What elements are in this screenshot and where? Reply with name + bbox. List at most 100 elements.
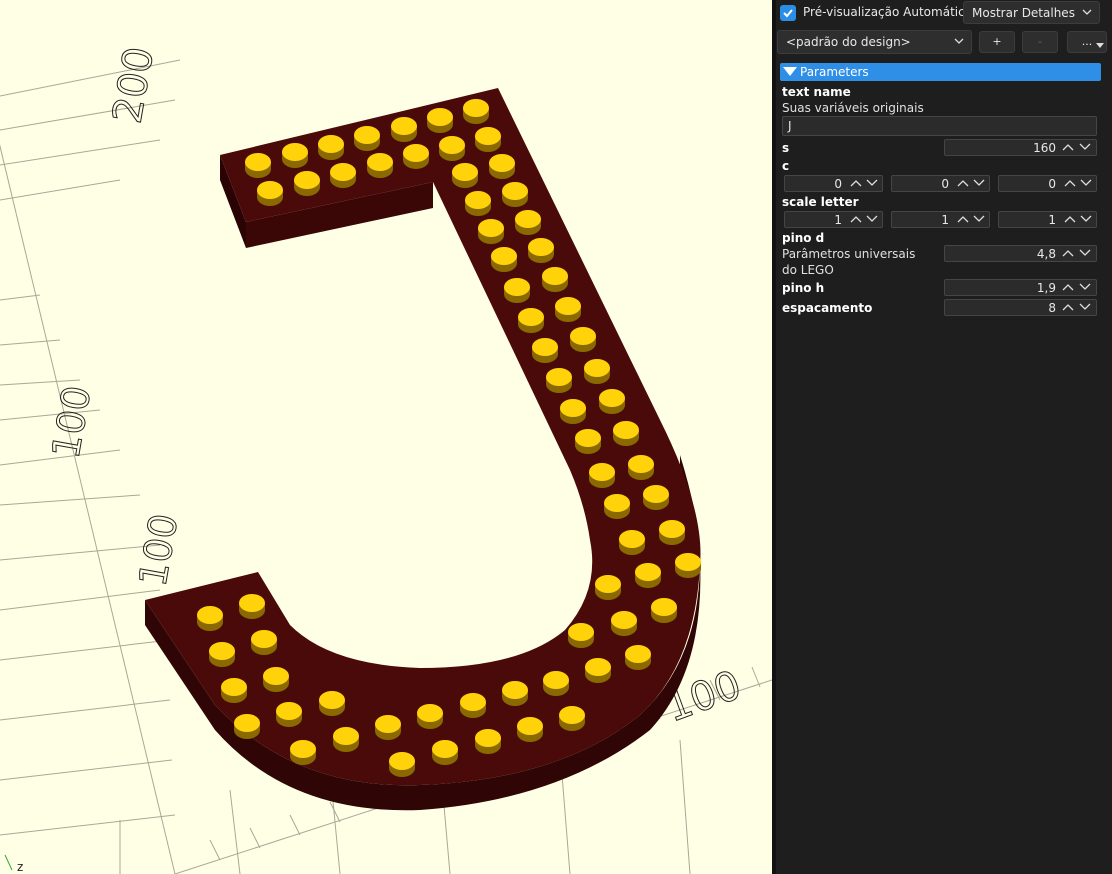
spin-down-icon[interactable] — [1079, 282, 1091, 292]
stud — [559, 706, 585, 731]
spin-down-icon[interactable] — [866, 214, 878, 224]
stud — [546, 368, 572, 393]
stud — [619, 530, 645, 555]
scale-z-spinbox[interactable]: 1 — [998, 211, 1097, 228]
stud — [197, 606, 223, 631]
spin-up-icon[interactable] — [957, 214, 969, 224]
dropdown-arrow-icon — [1096, 43, 1104, 48]
param-name-c: c — [782, 159, 790, 173]
param-name-pino-d: pino d — [782, 231, 825, 245]
stud — [518, 308, 544, 333]
stud — [643, 485, 669, 510]
spin-up-icon[interactable] — [1062, 302, 1074, 312]
pino-h-spinbox[interactable]: 1,9 — [944, 279, 1097, 296]
stud — [528, 238, 554, 263]
stud — [570, 327, 596, 352]
stud — [239, 594, 265, 619]
spin-down-icon[interactable] — [1079, 248, 1091, 258]
add-preset-button[interactable]: + — [979, 31, 1015, 53]
spin-up-icon[interactable] — [1064, 214, 1076, 224]
stud — [318, 135, 344, 160]
stud — [599, 389, 625, 414]
stud — [502, 681, 528, 706]
spin-down-icon[interactable] — [973, 214, 985, 224]
stud — [595, 575, 621, 600]
espacamento-spinbox[interactable]: 8 — [944, 299, 1097, 316]
pino-h-value: 1,9 — [1036, 281, 1056, 295]
stud — [675, 553, 701, 578]
spin-down-icon[interactable] — [1079, 302, 1091, 312]
stud — [504, 278, 530, 303]
param-desc-pino-d: Parâmetros universais do LEGO — [782, 247, 916, 277]
spin-up-icon[interactable] — [850, 178, 862, 188]
stud — [475, 127, 501, 152]
axis-label-100-a: 100 — [44, 382, 100, 461]
details-combo[interactable]: Mostrar Detalhes — [963, 1, 1100, 24]
stud — [575, 429, 601, 454]
parameters-section-header[interactable]: Parameters — [780, 63, 1101, 81]
check-icon — [783, 9, 793, 18]
spin-down-icon[interactable] — [1079, 142, 1091, 152]
stud — [221, 678, 247, 703]
scale-x-spinbox[interactable]: 1 — [784, 211, 883, 228]
c-z-value: 0 — [1048, 177, 1056, 191]
stud — [354, 126, 380, 151]
spin-up-icon[interactable] — [1062, 282, 1074, 292]
auto-preview-label: Pré-visualização Automática — [803, 5, 973, 19]
stud — [319, 691, 345, 716]
stud — [517, 717, 543, 742]
s-spinbox[interactable]: 160 — [944, 139, 1097, 156]
c-x-spinbox[interactable]: 0 — [784, 175, 883, 192]
stud — [375, 715, 401, 740]
param-name-espacamento: espacamento — [782, 301, 873, 315]
pino-d-spinbox[interactable]: 4,8 — [944, 245, 1097, 262]
axis-letter-z: z — [17, 860, 23, 874]
param-name-s: s — [782, 141, 790, 155]
stud — [613, 421, 639, 446]
auto-preview-checkbox[interactable] — [780, 5, 796, 21]
stud — [625, 645, 651, 670]
spin-down-icon[interactable] — [1080, 214, 1092, 224]
scale-x-value: 1 — [834, 213, 842, 227]
spin-down-icon[interactable] — [866, 178, 878, 188]
more-button[interactable]: ... — [1067, 31, 1107, 53]
spin-up-icon[interactable] — [1062, 248, 1074, 258]
stud — [555, 297, 581, 322]
chevron-down-icon — [954, 38, 964, 44]
stud — [489, 154, 515, 179]
c-z-spinbox[interactable]: 0 — [998, 175, 1097, 192]
spin-up-icon[interactable] — [1064, 178, 1076, 188]
stud — [584, 359, 610, 384]
preset-combo[interactable]: <padrão do design> — [777, 30, 972, 54]
stud — [611, 611, 637, 636]
stud — [234, 714, 260, 739]
spin-up-icon[interactable] — [957, 178, 969, 188]
stud — [659, 520, 685, 545]
stud — [391, 117, 417, 142]
spin-down-icon[interactable] — [973, 178, 985, 188]
axis-indicator: z — [4, 854, 23, 874]
letter-j-model — [145, 88, 701, 811]
spin-down-icon[interactable] — [1080, 178, 1092, 188]
model-render[interactable]: 200 100 100 100 z — [0, 0, 772, 874]
stud — [403, 144, 429, 169]
remove-preset-button[interactable]: - — [1022, 31, 1058, 53]
stud — [439, 136, 465, 161]
scale-y-value: 1 — [941, 213, 949, 227]
scale-z-value: 1 — [1048, 213, 1056, 227]
stud — [294, 171, 320, 196]
stud — [263, 667, 289, 692]
spin-up-icon[interactable] — [850, 214, 862, 224]
3d-viewport[interactable]: 200 100 100 100 z — [0, 0, 772, 874]
chevron-down-icon — [1082, 9, 1092, 15]
stud — [290, 740, 316, 765]
stud — [465, 191, 491, 216]
spin-up-icon[interactable] — [1062, 142, 1074, 152]
c-y-spinbox[interactable]: 0 — [891, 175, 990, 192]
stud — [542, 267, 568, 292]
text-name-input[interactable]: J — [782, 116, 1097, 136]
stud — [491, 247, 517, 272]
pino-d-value: 4,8 — [1036, 247, 1056, 261]
stud — [330, 163, 356, 188]
scale-y-spinbox[interactable]: 1 — [891, 211, 990, 228]
